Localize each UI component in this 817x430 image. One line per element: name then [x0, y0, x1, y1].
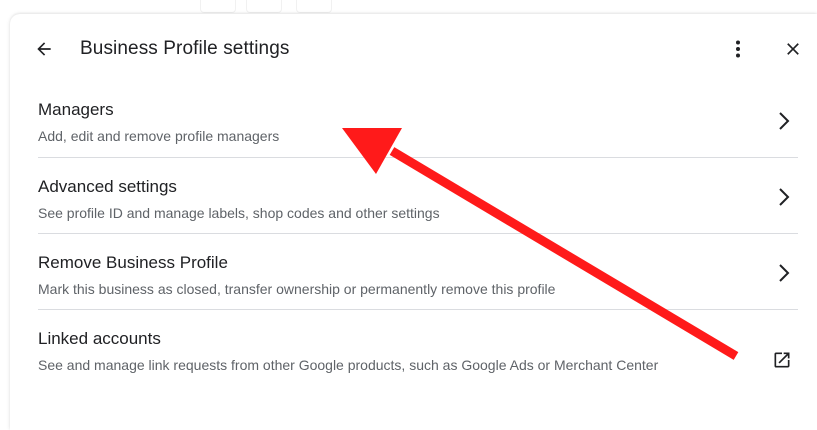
- chevron-right-icon: [776, 186, 792, 208]
- faded-tab: [200, 0, 236, 13]
- settings-item-managers[interactable]: Managers Add, edit and remove profile ma…: [38, 100, 798, 152]
- item-label: Advanced settings: [38, 177, 177, 196]
- item-description: Mark this business as closed, transfer o…: [38, 281, 556, 297]
- divider: [38, 233, 798, 234]
- page-title: Business Profile settings: [80, 38, 290, 59]
- item-label: Remove Business Profile: [38, 253, 228, 272]
- item-label: Linked accounts: [38, 329, 161, 348]
- faded-tab: [246, 0, 282, 13]
- arrow-back-icon: [37, 42, 51, 56]
- close-button[interactable]: [780, 36, 806, 62]
- close-icon: [787, 43, 799, 55]
- settings-item-remove-business-profile[interactable]: Remove Business Profile Mark this busine…: [38, 253, 798, 305]
- more-options-button[interactable]: [725, 35, 751, 63]
- divider: [38, 157, 798, 158]
- divider: [38, 309, 798, 310]
- panel-header: Business Profile settings: [10, 14, 817, 84]
- settings-panel: Business Profile settings Managers Add, …: [10, 14, 817, 430]
- settings-item-linked-accounts[interactable]: Linked accounts See and manage link requ…: [38, 329, 798, 399]
- faded-tab: [296, 0, 332, 13]
- item-label: Managers: [38, 100, 114, 119]
- item-description: See and manage link requests from other …: [38, 357, 659, 373]
- item-description: Add, edit and remove profile managers: [38, 128, 280, 144]
- item-description: See profile ID and manage labels, shop c…: [38, 205, 440, 221]
- open-in-new-icon[interactable]: [770, 348, 794, 372]
- settings-item-advanced-settings[interactable]: Advanced settings See profile ID and man…: [38, 177, 798, 229]
- more-vert-icon: [736, 40, 740, 58]
- chevron-right-icon: [776, 262, 792, 284]
- chevron-right-icon: [776, 110, 792, 132]
- back-button[interactable]: [30, 35, 58, 63]
